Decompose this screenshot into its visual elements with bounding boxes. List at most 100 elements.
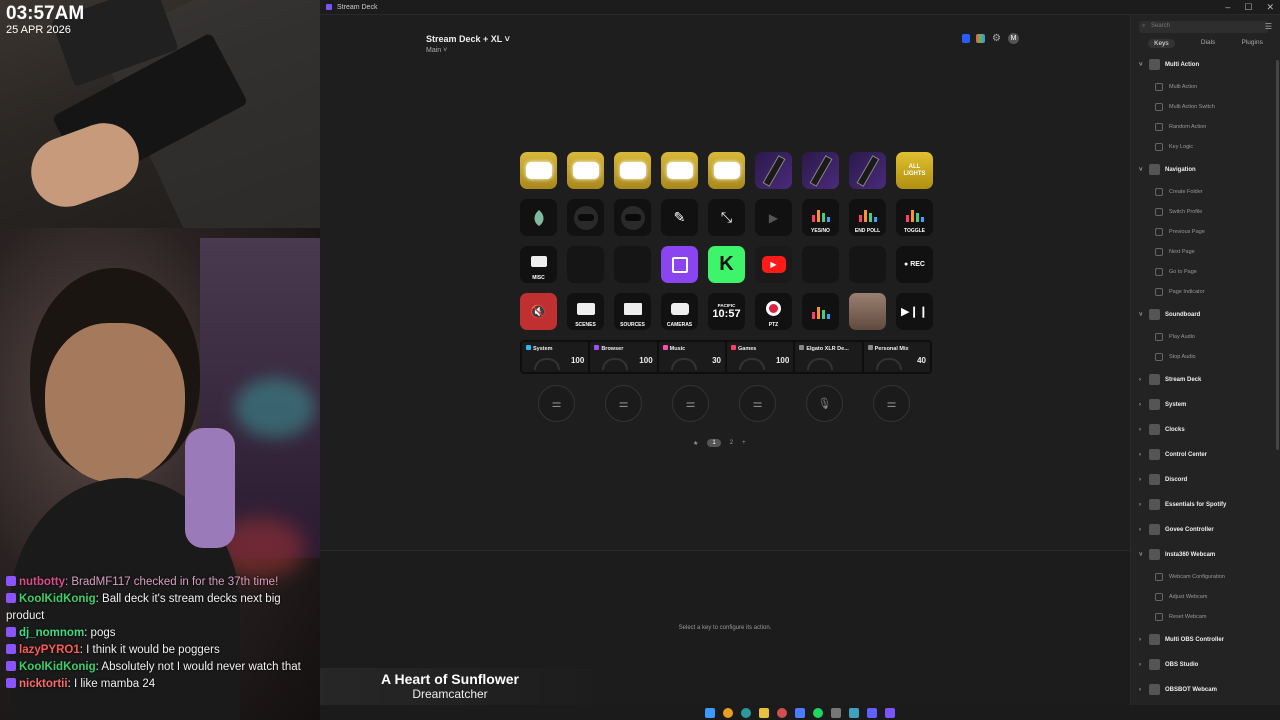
- chevron-right-icon[interactable]: ›: [1139, 427, 1149, 433]
- device-selector[interactable]: Stream Deck + XL ˅: [426, 34, 510, 44]
- key-end-poll[interactable]: END POLL: [849, 199, 886, 236]
- tab-keys[interactable]: Keys: [1148, 39, 1175, 48]
- key-scenes[interactable]: SCENES: [567, 293, 604, 330]
- dial-knob-3[interactable]: ⚌: [672, 385, 709, 422]
- chevron-right-icon[interactable]: ›: [1139, 402, 1149, 408]
- action-group[interactable]: ˅ Insta360 Webcam: [1131, 542, 1280, 567]
- chevron-right-icon[interactable]: ›: [1139, 377, 1149, 383]
- action-group[interactable]: › Stream Deck: [1131, 367, 1280, 392]
- action-group[interactable]: ˅ Multi Action: [1131, 52, 1280, 77]
- key-lightstrip-1[interactable]: [755, 152, 792, 189]
- bell-icon[interactable]: [962, 34, 970, 43]
- action-group[interactable]: › System: [1131, 392, 1280, 417]
- action-group[interactable]: ˅ Soundboard: [1131, 302, 1280, 327]
- action-group[interactable]: › OBSBOT Webcam: [1131, 677, 1280, 702]
- chevron-right-icon[interactable]: ›: [1139, 662, 1149, 668]
- key-sources[interactable]: SOURCES: [614, 293, 651, 330]
- key-photo[interactable]: [849, 293, 886, 330]
- chrome-canary-icon[interactable]: [777, 707, 787, 718]
- action-group[interactable]: › Govee Controller: [1131, 517, 1280, 542]
- file-explorer-icon[interactable]: [759, 707, 769, 718]
- key-twitch[interactable]: [661, 246, 698, 283]
- chevron-down-icon[interactable]: ˅: [1139, 552, 1149, 558]
- key-clock[interactable]: PACIFIC 10:57: [708, 293, 745, 330]
- page-1-button[interactable]: 1: [707, 439, 721, 447]
- minimize-button[interactable]: –: [1225, 2, 1230, 13]
- key-lightstrip-2[interactable]: [802, 152, 839, 189]
- chevron-down-icon[interactable]: ˅: [1139, 62, 1149, 68]
- dial-display[interactable]: System 100: [522, 342, 589, 372]
- add-page-button[interactable]: +: [742, 440, 746, 446]
- action-group[interactable]: › Clocks: [1131, 417, 1280, 442]
- action-group[interactable]: › Discord: [1131, 467, 1280, 492]
- key-light-1[interactable]: [520, 152, 557, 189]
- key-cursor-arrows[interactable]: ⤡: [708, 199, 745, 236]
- key-poll-bars[interactable]: [802, 293, 839, 330]
- app-icon-gray[interactable]: [831, 707, 841, 718]
- action-item[interactable]: Go to Page: [1131, 262, 1280, 282]
- dial-display[interactable]: Elgato XLR De...: [795, 342, 862, 372]
- profile-selector[interactable]: Main ˅: [426, 47, 447, 54]
- dial-knob-5[interactable]: 🎙: [806, 385, 843, 422]
- dial-display[interactable]: Games 100: [726, 342, 794, 372]
- action-group[interactable]: › Multi OBS Controller: [1131, 627, 1280, 652]
- stream-deck-taskbar-icon[interactable]: [885, 707, 895, 718]
- dial-knob-2[interactable]: ⚌: [605, 385, 642, 422]
- marketplace-icon[interactable]: [976, 34, 985, 43]
- windows-start-icon[interactable]: [705, 707, 715, 718]
- account-avatar[interactable]: M: [1008, 33, 1019, 44]
- dial-knob-6[interactable]: ⚌: [873, 385, 910, 422]
- chrome-icon[interactable]: [723, 707, 733, 718]
- chevron-right-icon[interactable]: ›: [1139, 452, 1149, 458]
- chevron-right-icon[interactable]: ›: [1139, 502, 1149, 508]
- chevron-right-icon[interactable]: ›: [1139, 527, 1149, 533]
- key-mute[interactable]: 🔇: [520, 293, 557, 330]
- dial-display[interactable]: Browser 100: [590, 342, 657, 372]
- dial-display[interactable]: Personal Mix 40: [863, 342, 930, 372]
- chevron-right-icon[interactable]: ›: [1139, 637, 1149, 643]
- action-item[interactable]: Multi Action Switch: [1131, 97, 1280, 117]
- chevron-down-icon[interactable]: ˅: [1139, 312, 1149, 318]
- key-leaf[interactable]: [520, 199, 557, 236]
- key-light-4[interactable]: [661, 152, 698, 189]
- chevron-right-icon[interactable]: ›: [1139, 477, 1149, 483]
- key-light-2[interactable]: [567, 152, 604, 189]
- action-item[interactable]: Webcam Configuration: [1131, 567, 1280, 587]
- action-item[interactable]: Next Page: [1131, 242, 1280, 262]
- key-empty-1[interactable]: [567, 246, 604, 283]
- dial-display[interactable]: Music 30: [658, 342, 725, 372]
- chevron-down-icon[interactable]: ˅: [1139, 167, 1149, 173]
- key-empty-2[interactable]: [614, 246, 651, 283]
- dial-knob-1[interactable]: ⚌: [538, 385, 575, 422]
- key-cameras[interactable]: CAMERAS: [661, 293, 698, 330]
- key-misc[interactable]: MISC: [520, 246, 557, 283]
- action-item[interactable]: Multi Action: [1131, 77, 1280, 97]
- key-youtube[interactable]: ▶: [755, 246, 792, 283]
- search-input[interactable]: ⌕ Search: [1139, 21, 1268, 33]
- key-ptz[interactable]: PTZ: [755, 293, 792, 330]
- key-play-pause[interactable]: ▶❙❙: [896, 293, 933, 330]
- action-item[interactable]: Adjust Webcam: [1131, 587, 1280, 607]
- key-empty-3[interactable]: [802, 246, 839, 283]
- tab-dials[interactable]: Dials: [1201, 39, 1215, 48]
- action-item[interactable]: Switch Profile: [1131, 202, 1280, 222]
- list-view-icon[interactable]: ☰: [1265, 22, 1272, 31]
- tab-plugins[interactable]: Plugins: [1242, 39, 1263, 48]
- app-icon-purple[interactable]: [867, 707, 877, 718]
- action-item[interactable]: Reset Webcam: [1131, 607, 1280, 627]
- key-avatar-1[interactable]: [567, 199, 604, 236]
- settings-gear-icon[interactable]: ⚙: [991, 33, 1002, 44]
- key-eyedropper[interactable]: ✎: [661, 199, 698, 236]
- key-toggle[interactable]: TOGGLE: [896, 199, 933, 236]
- action-item[interactable]: Key Logic: [1131, 137, 1280, 157]
- key-empty-4[interactable]: [849, 246, 886, 283]
- action-group[interactable]: › OBS Studio: [1131, 652, 1280, 677]
- key-lightstrip-3[interactable]: [849, 152, 886, 189]
- star-icon[interactable]: ★: [693, 440, 698, 447]
- spotify-icon[interactable]: [813, 707, 823, 718]
- key-play-dim[interactable]: ▶: [755, 199, 792, 236]
- key-all-lights[interactable]: ALL LIGHTS: [896, 152, 933, 189]
- app-icon-blue[interactable]: [795, 707, 805, 718]
- edge-icon[interactable]: [741, 707, 751, 718]
- key-light-5[interactable]: [708, 152, 745, 189]
